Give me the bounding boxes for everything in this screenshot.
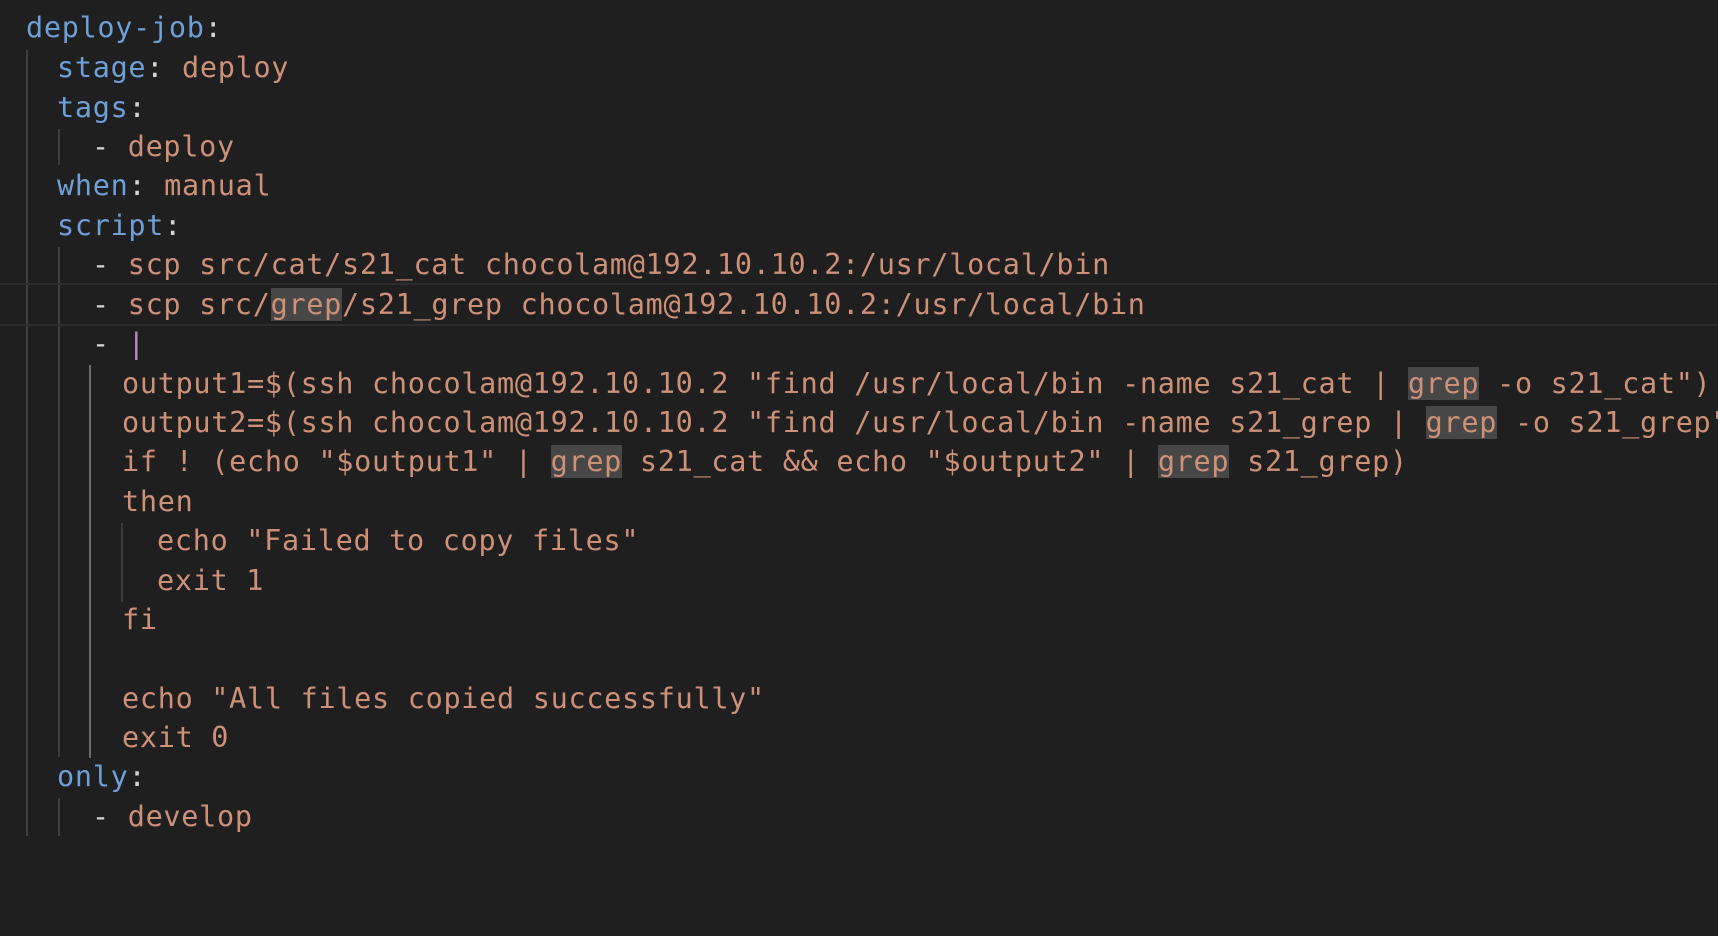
indent-guide — [121, 523, 123, 602]
script-text: if ! (echo "$output1" | — [122, 445, 551, 478]
yaml-punctuation: : — [164, 209, 183, 242]
code-line[interactable]: tags: — [57, 86, 146, 129]
code-line[interactable]: echo "All files copied successfully" — [122, 677, 765, 720]
yaml-punctuation: : — [128, 91, 147, 124]
yaml-dash: - — [92, 327, 128, 360]
yaml-punctuation: : — [128, 169, 165, 202]
yaml-dash: - — [92, 288, 128, 321]
code-editor[interactable]: deploy-job: stage: deploy tags: - deploy… — [0, 0, 1718, 936]
code-line[interactable]: fi — [122, 598, 158, 641]
code-line[interactable]: script: — [57, 204, 182, 247]
code-line[interactable]: - deploy — [92, 125, 235, 168]
yaml-value: develop — [127, 800, 253, 833]
script-text: exit 1 — [157, 564, 265, 597]
code-line[interactable]: output2=$(ssh chocolam@192.10.10.2 "find… — [122, 401, 1718, 444]
code-line[interactable]: output1=$(ssh chocolam@192.10.10.2 "find… — [122, 362, 1711, 405]
script-text: output1=$(ssh chocolam@192.10.10.2 "find… — [122, 367, 1408, 400]
current-code-line[interactable]: - scp src/grep/s21_grep chocolam@192.10.… — [0, 283, 1718, 326]
yaml-dash: - — [92, 248, 128, 281]
search-match-highlight: grep — [1157, 445, 1230, 478]
code-line[interactable]: only: — [57, 755, 146, 798]
yaml-dash: - — [92, 130, 128, 163]
yaml-dash: - — [92, 800, 128, 833]
code-line[interactable]: exit 0 — [122, 716, 229, 759]
yaml-value: /s21_grep chocolam@192.10.10.2:/usr/loca… — [342, 288, 1146, 321]
indent-guide-active — [89, 365, 91, 758]
yaml-key: script — [57, 209, 165, 242]
code-line[interactable]: deploy-job: — [26, 6, 222, 49]
block-scalar-indicator: | — [127, 327, 146, 360]
script-text: exit 0 — [122, 721, 230, 754]
yaml-key: tags — [57, 91, 129, 124]
yaml-key: stage — [57, 51, 147, 84]
yaml-value: manual — [164, 169, 272, 202]
code-line[interactable]: when: manual — [57, 164, 271, 207]
script-text: fi — [122, 603, 158, 636]
code-line[interactable]: echo "Failed to copy files" — [157, 519, 639, 562]
script-text: s21_grep) — [1229, 445, 1408, 478]
yaml-value: scp src/cat/s21_cat chocolam@192.10.10.2… — [127, 248, 1110, 281]
script-text: s21_cat && echo "$output2" | — [622, 445, 1158, 478]
indent-guide — [26, 50, 28, 836]
script-text: -o s21_cat") — [1479, 367, 1712, 400]
indent-guide — [58, 129, 60, 165]
yaml-punctuation: : — [204, 11, 223, 44]
code-line[interactable]: stage: deploy — [57, 46, 289, 89]
code-line[interactable]: then — [122, 480, 193, 523]
yaml-key: when — [57, 169, 129, 202]
script-text: -o s21_grep") — [1514, 406, 1718, 439]
code-line[interactable]: - develop — [92, 795, 253, 838]
code-line[interactable]: - scp src/cat/s21_cat chocolam@192.10.10… — [92, 243, 1110, 286]
script-text: echo "All files copied successfully" — [122, 682, 765, 715]
search-match-highlight: grep — [270, 288, 343, 321]
code-line[interactable]: - | — [92, 322, 146, 365]
yaml-punctuation: : — [128, 760, 147, 793]
script-text: echo "Failed to copy files" — [157, 524, 640, 557]
script-text: output2=$(ssh chocolam@192.10.10.2 "find… — [122, 406, 1426, 439]
yaml-punctuation: : — [146, 51, 183, 84]
indent-guide — [58, 798, 60, 836]
search-match-highlight: grep — [550, 445, 623, 478]
search-match-highlight: grep — [1407, 367, 1480, 400]
yaml-key: only — [57, 760, 129, 793]
yaml-value: deploy — [182, 51, 290, 84]
script-text: then — [122, 485, 194, 518]
yaml-value: deploy — [127, 130, 235, 163]
search-match-highlight: grep — [1425, 406, 1498, 439]
yaml-key: deploy-job — [26, 11, 205, 44]
yaml-value: scp src/ — [127, 288, 271, 321]
code-line[interactable]: if ! (echo "$output1" | grep s21_cat && … — [122, 440, 1408, 483]
code-line[interactable]: exit 1 — [157, 559, 264, 602]
